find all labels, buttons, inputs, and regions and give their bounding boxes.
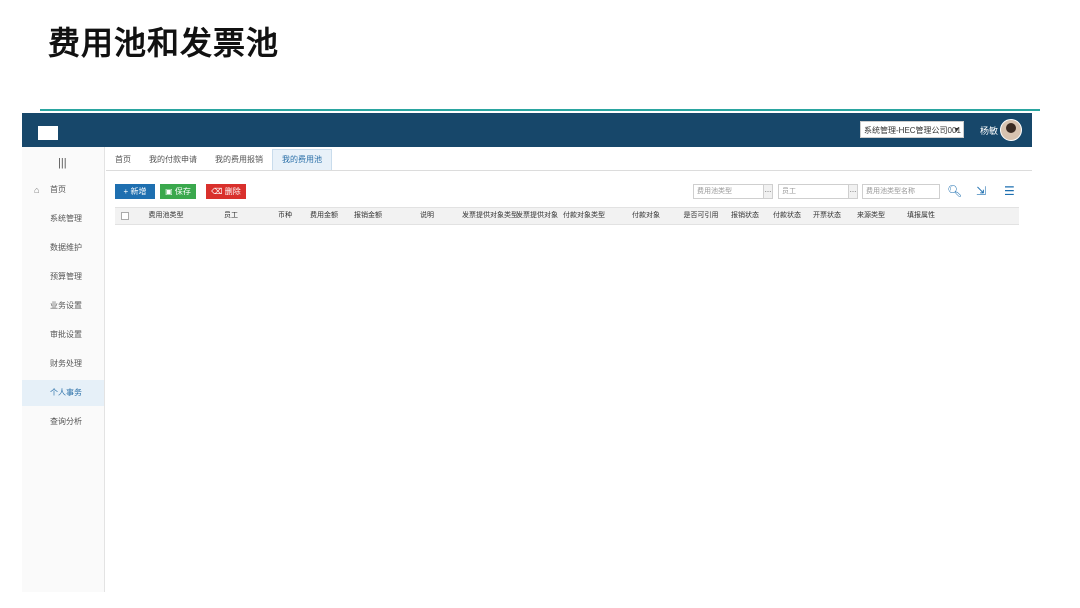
- sidebar-item-data[interactable]: 数据维护: [22, 235, 104, 261]
- export-icon[interactable]: ⇲: [976, 184, 986, 199]
- sidebar-item-label: 首页: [50, 185, 66, 194]
- column-header: 付款对象: [632, 212, 660, 219]
- column-header: 员工: [224, 212, 238, 219]
- sidebar-item-query[interactable]: 查询分析: [22, 409, 104, 435]
- save-icon: ▣: [165, 187, 175, 196]
- menu-toggle-icon[interactable]: |||: [58, 157, 67, 169]
- column-header: 是否可引用: [683, 212, 719, 219]
- column-header: 报销状态: [731, 212, 759, 219]
- sidebar-item-label: 审批设置: [50, 330, 82, 339]
- tab-expense-claim[interactable]: 我的费用报销: [206, 150, 272, 170]
- column-header: 说明: [420, 212, 434, 219]
- delete-button[interactable]: ⌫ 删除: [206, 184, 246, 199]
- lookup-icon[interactable]: …: [763, 185, 772, 198]
- sidebar-item-label: 个人事务: [50, 388, 82, 397]
- trash-icon: ⌫: [211, 187, 225, 196]
- employee-placeholder: 员工: [782, 188, 796, 195]
- expense-type-field[interactable]: 费用池类型 …: [693, 184, 773, 199]
- sidebar: ||| ⌂ 首页 系统管理 数据维护 预算管理 业务设置 审批设置 财务处理 个人…: [22, 147, 105, 592]
- tab-bar: 首页 我的付款申请 我的费用报销 我的费用池: [106, 149, 332, 170]
- search-icon[interactable]: 🔍︎: [947, 184, 962, 199]
- tenant-select[interactable]: 系统管理-HEC管理公司001 ▼: [860, 121, 964, 138]
- sidebar-item-label: 系统管理: [50, 214, 82, 223]
- column-header: 付款状态: [773, 212, 801, 219]
- column-header: 付款对象类型: [563, 212, 605, 219]
- select-all-checkbox[interactable]: [121, 212, 129, 220]
- column-header: 发票提供对象类型: [462, 212, 518, 219]
- avatar[interactable]: [1000, 119, 1022, 141]
- sidebar-item-budget[interactable]: 预算管理: [22, 264, 104, 290]
- sidebar-item-label: 业务设置: [50, 301, 82, 310]
- column-settings-icon[interactable]: ☰: [1004, 184, 1015, 199]
- sidebar-item-system[interactable]: 系统管理: [22, 206, 104, 232]
- tab-divider: [106, 170, 1032, 171]
- tab-expense-pool[interactable]: 我的费用池: [272, 149, 332, 170]
- slide-title: 费用池和发票池: [48, 25, 280, 61]
- sidebar-item-personal[interactable]: 个人事务: [22, 380, 104, 406]
- lookup-icon[interactable]: …: [848, 185, 857, 198]
- home-icon: ⌂: [34, 185, 40, 195]
- sidebar-item-label: 财务处理: [50, 359, 82, 368]
- app-topbar: 系统管理-HEC管理公司001 ▼ 杨敏: [22, 113, 1032, 147]
- column-header: 填报属性: [907, 212, 935, 219]
- accent-line: [40, 109, 1040, 111]
- user-name: 杨敏: [979, 126, 998, 136]
- pool-table-header: 费用池类型 员工 币种 费用金额 报销金额 说明 发票提供对象类型 发票提供对象…: [115, 207, 1019, 225]
- tenant-label: 系统管理-HEC管理公司001: [864, 126, 961, 135]
- column-header: 币种: [278, 212, 292, 219]
- sidebar-item-home[interactable]: ⌂ 首页: [22, 177, 104, 203]
- sidebar-item-label: 预算管理: [50, 272, 82, 281]
- app-logo: [38, 126, 58, 140]
- pool-name-placeholder: 费用池类型名称: [866, 188, 915, 195]
- column-header: 来源类型: [857, 212, 885, 219]
- chevron-down-icon: ▼: [953, 127, 960, 134]
- sidebar-item-finance[interactable]: 财务处理: [22, 351, 104, 377]
- tab-payment-request[interactable]: 我的付款申请: [140, 150, 206, 170]
- sidebar-item-approval[interactable]: 审批设置: [22, 322, 104, 348]
- add-button[interactable]: + 新增: [115, 184, 155, 199]
- column-header: 开票状态: [813, 212, 841, 219]
- delete-button-label: 删除: [224, 187, 241, 196]
- sidebar-item-label: 数据维护: [50, 243, 82, 252]
- sidebar-item-business[interactable]: 业务设置: [22, 293, 104, 319]
- column-header: 费用金额: [310, 212, 338, 219]
- expense-type-placeholder: 费用池类型: [697, 188, 732, 195]
- save-button-label: 保存: [174, 187, 191, 196]
- save-button[interactable]: ▣ 保存: [160, 184, 196, 199]
- column-header: 报销金额: [354, 212, 382, 219]
- tab-home[interactable]: 首页: [106, 150, 140, 170]
- pool-name-field[interactable]: 费用池类型名称: [862, 184, 940, 199]
- column-header: 发票提供对象: [516, 212, 558, 219]
- employee-field[interactable]: 员工 …: [778, 184, 858, 199]
- sidebar-item-label: 查询分析: [50, 417, 82, 426]
- column-header: 费用池类型: [148, 212, 184, 219]
